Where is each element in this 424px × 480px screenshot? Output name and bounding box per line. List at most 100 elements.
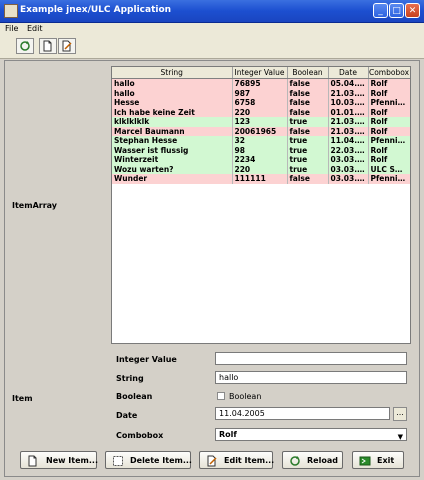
table-cell: 11.04.2...	[328, 136, 369, 146]
chevron-down-icon[interactable]: ▼	[398, 432, 403, 443]
table-cell: 01.01.1...	[328, 107, 369, 117]
table-cell: Rolf	[368, 126, 410, 136]
table-cell: 123	[232, 117, 288, 127]
table-cell: 21.03.2...	[328, 126, 369, 136]
table-cell: false	[287, 174, 329, 184]
integer-value-field[interactable]	[215, 352, 407, 365]
close-button[interactable]: ✕	[405, 3, 420, 18]
table-row[interactable]: hallo 987 false 21.03.2... Rolf	[112, 88, 410, 98]
table-row[interactable]: Marcel Baumann 20061965 false 21.03.2... Rol…	[112, 126, 410, 136]
edit-item-label: Edit Item...	[224, 456, 275, 465]
table-cell: Rolf	[368, 88, 410, 98]
table-cell: hallo	[112, 78, 233, 89]
toolbar-new-button[interactable]	[39, 38, 57, 54]
table-header: String Integer Value Boolean Date Combobox	[112, 67, 410, 79]
table-cell: 220	[232, 107, 288, 117]
edit-item-button[interactable]: Edit Item...	[199, 451, 275, 469]
table-cell: Winterzeit	[112, 155, 233, 165]
menu-edit[interactable]: Edit	[27, 24, 43, 33]
app-icon	[4, 4, 18, 18]
toolbar-edit-button[interactable]	[58, 38, 76, 54]
table-cell: Pfennin...	[368, 174, 410, 184]
table-cell: Wunder	[112, 174, 233, 184]
item-array-label: ItemArray	[12, 201, 58, 210]
minimize-button[interactable]: _	[373, 3, 388, 18]
title-bar: Example jnex/ULC Application _ □ ✕	[0, 0, 424, 23]
column-header[interactable]: Integer Value	[232, 67, 288, 79]
table-cell: 03.03.2...	[328, 155, 369, 165]
table-row[interactable]: Wasser ist flussig 98 true 22.03.2... Rolf	[112, 145, 410, 155]
table-cell: Wozu warten?	[112, 164, 233, 174]
table-row[interactable]: Wozu warten? 220 true 03.03.2... ULC Sp...	[112, 164, 410, 174]
table-cell: Wasser ist flussig	[112, 145, 233, 155]
table-cell: false	[287, 88, 329, 98]
boolean-checkbox[interactable]	[217, 392, 225, 400]
table-cell: hallo	[112, 88, 233, 98]
exit-button[interactable]: Exit	[352, 451, 404, 469]
table-cell: 03.03.2...	[328, 174, 369, 184]
table-cell: 22.03.2...	[328, 145, 369, 155]
table-cell: 20061965	[232, 126, 288, 136]
column-header[interactable]: Boolean	[287, 67, 329, 79]
date-picker-button[interactable]: ...	[393, 407, 407, 421]
table-cell: 98	[232, 145, 288, 155]
table-cell: Rolf	[368, 78, 410, 89]
table-row[interactable]: Hesse 6758 false 10.03.2... Pfennin...	[112, 98, 410, 108]
table-cell: 32	[232, 136, 288, 146]
date-label: Date	[116, 411, 138, 420]
table-cell: Rolf	[368, 155, 410, 165]
column-header[interactable]: String	[112, 67, 233, 79]
table-cell: false	[287, 126, 329, 136]
table-row[interactable]: klklklklk 123 true 21.03.2... Rolf	[112, 117, 410, 127]
toolbar-reload-button[interactable]	[16, 38, 34, 54]
table-cell: 220	[232, 164, 288, 174]
window-title: Example jnex/ULC Application	[20, 5, 172, 15]
toolbar	[0, 36, 424, 59]
table-cell: 6758	[232, 98, 288, 108]
table-cell: 111111	[232, 174, 288, 184]
delete-icon	[113, 456, 123, 466]
combobox-value: Rolf	[219, 430, 237, 439]
table-cell: Ich habe keine Zeit	[112, 107, 233, 117]
table-cell: 05.04.2...	[328, 78, 369, 89]
table-row[interactable]: Stephan Hesse 32 true 11.04.2... Pfennin...	[112, 136, 410, 146]
table-cell: 21.03.2...	[328, 117, 369, 127]
maximize-button[interactable]: □	[389, 3, 404, 18]
table-row[interactable]: Winterzeit 2234 true 03.03.2... Rolf	[112, 155, 410, 165]
combobox[interactable]: Rolf ▼	[215, 428, 407, 441]
column-header[interactable]: Date	[328, 67, 369, 79]
menu-file[interactable]: File	[5, 24, 18, 33]
table-row[interactable]: Ich habe keine Zeit 220 false 01.01.1... Rol…	[112, 107, 410, 117]
boolean-label: Boolean	[116, 392, 153, 401]
column-header[interactable]: Combobox	[368, 67, 410, 79]
table-row[interactable]: Wunder 111111 false 03.03.2... Pfennin...	[112, 174, 410, 184]
new-item-label: New Item...	[46, 456, 98, 465]
table-cell: ULC Sp...	[368, 164, 410, 174]
delete-item-label: Delete Item...	[130, 456, 192, 465]
boolean-checkbox-label: Boolean	[229, 392, 262, 401]
table-cell: Stephan Hesse	[112, 136, 233, 146]
table-cell: klklklklk	[112, 117, 233, 127]
table-cell: false	[287, 98, 329, 108]
reload-button[interactable]: Reload	[282, 451, 343, 469]
edit-doc-icon	[207, 455, 217, 467]
table-cell: 03.03.2...	[328, 164, 369, 174]
table-cell: 76895	[232, 78, 288, 89]
item-table[interactable]: String Integer Value Boolean Date Combobox h…	[111, 66, 411, 344]
delete-item-button[interactable]: Delete Item...	[105, 451, 192, 469]
date-field[interactable]: 11.04.2005	[215, 407, 390, 420]
table-cell: Rolf	[368, 145, 410, 155]
new-doc-icon	[28, 455, 37, 467]
table-cell: 2234	[232, 155, 288, 165]
combobox-label: Combobox	[116, 431, 164, 440]
menu-bar: File Edit	[0, 23, 424, 36]
string-field[interactable]: hallo	[215, 371, 407, 384]
new-item-button[interactable]: New Item...	[20, 451, 98, 469]
reload-label: Reload	[307, 456, 338, 465]
table-cell: Marcel Baumann	[112, 126, 233, 136]
integer-value-label: Integer Value	[116, 355, 177, 364]
exit-icon	[359, 456, 371, 466]
table-row[interactable]: hallo 76895 false 05.04.2... Rolf	[112, 78, 410, 89]
item-label: Item	[12, 394, 33, 403]
new-doc-icon	[43, 40, 52, 52]
